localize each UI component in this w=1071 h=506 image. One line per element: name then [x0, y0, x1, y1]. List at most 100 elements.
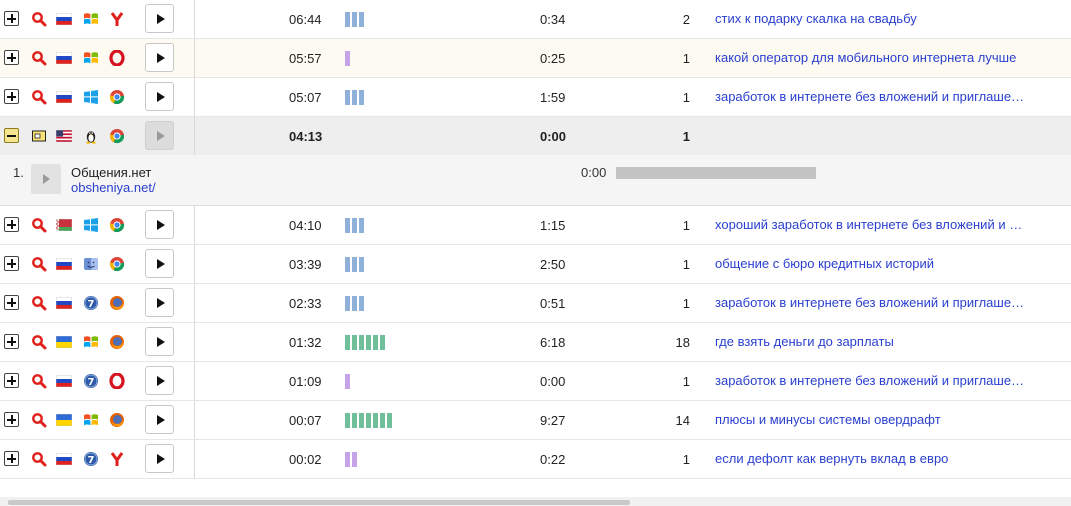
activity-bar [359, 11, 364, 27]
search-query-link[interactable]: заработок в интернете без вложений и при… [715, 362, 1035, 400]
activity-bars [345, 245, 364, 283]
page-views: 1 [682, 373, 690, 389]
play-button[interactable] [145, 82, 174, 111]
activity-bar [345, 295, 350, 311]
expand-button[interactable] [4, 11, 19, 26]
magnifier-icon [32, 452, 47, 467]
firefox-icon [110, 413, 124, 427]
page-views: 1 [682, 451, 690, 467]
table-row: 7 02:33 0:51 1 заработок в интернете без… [0, 284, 1071, 323]
play-button[interactable] [145, 43, 174, 72]
search-query-link[interactable]: плюсы и минусы системы овердрафт [715, 401, 1035, 439]
search-query-link[interactable]: заработок в интернете без вложений и при… [715, 284, 1035, 322]
visit-time: 04:10 [289, 217, 322, 233]
play-button[interactable] [145, 288, 174, 317]
visit-duration: 1:59 [540, 89, 566, 105]
visit-detail-panel: 1. Общения.нет obsheniya.net/ 0:00 [0, 155, 1071, 206]
windows-8-icon [84, 218, 98, 232]
page-views: 18 [675, 334, 690, 350]
search-query-link[interactable]: заработок в интернете без вложений и при… [715, 78, 1035, 116]
table-row: 05:57 0:25 1 какой оператор для мобильно… [0, 39, 1071, 78]
visit-duration: 0:25 [540, 50, 566, 66]
yandex-browser-icon [110, 452, 124, 466]
activity-bar [352, 295, 357, 311]
table-row-expanded: 04:13 0:00 1 [0, 117, 1071, 155]
windows-xp-icon [84, 13, 98, 25]
activity-bar [352, 412, 357, 428]
page-title: Общения.нет [71, 165, 152, 180]
play-button[interactable] [145, 249, 174, 278]
firefox-icon [110, 296, 124, 310]
play-button[interactable] [145, 366, 174, 395]
activity-bar [373, 412, 378, 428]
table-row: 06:44 0:34 2 стих к подарку скалка на св… [0, 0, 1071, 39]
chrome-icon [109, 218, 125, 233]
page-url-link[interactable]: obsheniya.net/ [71, 180, 156, 195]
visit-duration: 9:27 [540, 412, 566, 428]
activity-bar [387, 412, 392, 428]
activity-bar [366, 334, 371, 350]
column-divider [194, 401, 195, 439]
search-query-link[interactable]: общение с бюро кредитных историй [715, 245, 1035, 283]
table-row: 04:10 1:15 1 хороший заработок в интерне… [0, 206, 1071, 245]
search-query-link[interactable]: стих к подарку скалка на свадьбу [715, 0, 1035, 38]
pageview-play-button[interactable] [31, 164, 61, 194]
activity-bar [359, 412, 364, 428]
column-divider [194, 206, 195, 244]
visit-time: 02:33 [289, 295, 322, 311]
scrollbar-thumb[interactable] [8, 500, 630, 505]
visit-time: 05:07 [289, 89, 322, 105]
table-row: 01:32 6:18 18 где взять деньги до зарпла… [0, 323, 1071, 362]
search-query-link[interactable]: хороший заработок в интернете без вложен… [715, 206, 1035, 244]
play-button[interactable] [145, 405, 174, 434]
firefox-icon [110, 335, 124, 349]
play-button[interactable] [145, 121, 174, 150]
activity-bar [352, 334, 357, 350]
magnifier-icon [32, 51, 47, 66]
activity-bar [359, 89, 364, 105]
horizontal-scrollbar[interactable] [0, 497, 1071, 506]
activity-bars [345, 206, 364, 244]
expand-button[interactable] [4, 451, 19, 466]
activity-bar [380, 334, 385, 350]
play-button[interactable] [145, 327, 174, 356]
expand-button[interactable] [4, 217, 19, 232]
activity-bars [345, 0, 364, 38]
activity-bars [345, 401, 392, 439]
page-time: 0:00 [581, 165, 607, 180]
chrome-icon [109, 257, 125, 272]
search-query-link[interactable]: если дефолт как вернуть вклад в евро [715, 440, 1035, 478]
visit-time: 01:09 [289, 373, 322, 389]
magnifier-icon [32, 296, 47, 311]
expand-button[interactable] [4, 412, 19, 427]
expand-button[interactable] [4, 89, 19, 104]
flag-ru-icon [56, 52, 72, 64]
expand-button[interactable] [4, 334, 19, 349]
activity-bar [345, 217, 350, 233]
linux-icon [86, 131, 96, 144]
table-row: 03:39 2:50 1 общение с бюро кредитных ис… [0, 245, 1071, 284]
magnifier-icon [32, 257, 47, 272]
play-button[interactable] [145, 4, 174, 33]
expand-button[interactable] [4, 50, 19, 65]
column-divider [194, 0, 195, 38]
magnifier-icon [32, 218, 47, 233]
page-views: 1 [682, 256, 690, 272]
play-button[interactable] [145, 444, 174, 473]
visit-duration: 0:22 [540, 451, 566, 467]
flag-ru-icon [56, 13, 72, 25]
expand-button[interactable] [4, 295, 19, 310]
search-query-link[interactable]: где взять деньги до зарплаты [715, 323, 1035, 361]
flag-ua-icon [56, 414, 72, 426]
expand-button[interactable] [4, 373, 19, 388]
search-query-link[interactable]: какой оператор для мобильного интернета … [715, 39, 1035, 77]
activity-bar [352, 256, 357, 272]
collapse-button[interactable] [4, 128, 19, 143]
visits-table: 06:44 0:34 2 стих к подарку скалка на св… [0, 0, 1071, 479]
table-row: 00:07 9:27 14 плюсы и минусы системы ове… [0, 401, 1071, 440]
flag-us-icon [56, 130, 72, 142]
activity-bar [352, 89, 357, 105]
expand-button[interactable] [4, 256, 19, 271]
activity-bar [359, 295, 364, 311]
play-button[interactable] [145, 210, 174, 239]
